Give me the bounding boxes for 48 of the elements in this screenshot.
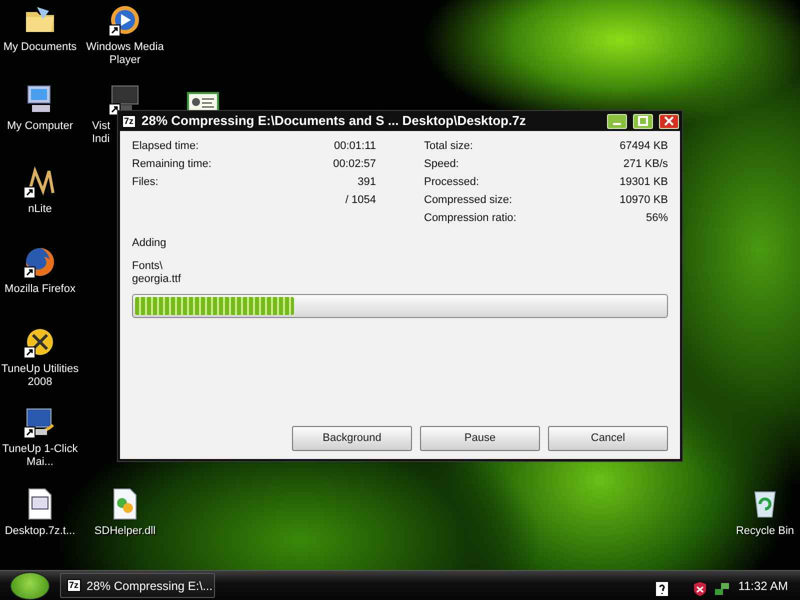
icon-label: Desktop.7z.t... — [4, 525, 76, 538]
dialog-button[interactable]: Pause — [420, 426, 540, 451]
stat-value: 67494 KB — [620, 138, 668, 154]
operation-label: Adding — [132, 236, 168, 251]
start-button[interactable] — [10, 572, 50, 600]
close-button[interactable] — [659, 114, 679, 128]
stat-label: Processed: — [424, 174, 480, 190]
media-player-icon[interactable] — [108, 3, 142, 37]
maximize-icon — [638, 116, 648, 126]
stat-label: Compression ratio: — [424, 210, 516, 226]
current-file-path: Fonts\ georgia.ttf — [132, 260, 182, 286]
stat-label: Elapsed time: — [132, 138, 199, 154]
clock: 11:32 AM — [738, 578, 788, 594]
icon-label: TuneUp 1-Click Mai... — [1, 443, 79, 469]
stat-label: Files: — [132, 174, 158, 190]
stat-label: Speed: — [424, 156, 459, 172]
stat-label: Remaining time: — [132, 156, 212, 172]
stat-value: 271 KB/s — [623, 156, 668, 172]
stat-label: Total size: — [424, 138, 473, 154]
icon-label: TuneUp Utilities 2008 — [0, 363, 80, 389]
icon-label: My Documents — [3, 41, 77, 54]
stat-value: 00:01:11 — [334, 138, 376, 154]
maximize-button[interactable] — [633, 114, 653, 128]
stat-label: Compressed size: — [424, 192, 512, 208]
minimize-icon — [613, 123, 621, 125]
firefox-icon[interactable] — [23, 245, 57, 279]
window-title: 28% Compressing E:\Documents and S ... Desktop\Desktop.7z — [142, 112, 527, 130]
icon-label: My Computer — [6, 120, 74, 133]
stat-value: 391 — [358, 174, 376, 190]
stat-value: 19301 KB — [620, 174, 668, 190]
dialog-button[interactable]: Cancel — [548, 426, 668, 451]
icon-label: Recycle Bin — [736, 525, 794, 538]
stat-value: 10970 KB — [620, 192, 668, 208]
app-icon: 7z — [122, 114, 136, 128]
icon-label: Mozilla Firefox — [4, 283, 76, 296]
dialog-button[interactable]: Background — [292, 426, 412, 451]
minimize-button[interactable] — [607, 114, 627, 128]
icon-label: Vist Indi — [92, 120, 112, 146]
icon-label: SDHelper.dll — [94, 525, 156, 538]
stat-value: 00:02:57 — [333, 156, 376, 172]
icon-label: Windows Media Player — [85, 41, 165, 67]
nlite-icon[interactable] — [23, 165, 57, 199]
stat-value: 56% — [646, 210, 668, 226]
icon-label: nLite — [28, 203, 52, 216]
stat-value: / 1054 — [345, 192, 376, 208]
app-icon: 7z — [67, 579, 81, 592]
close-icon — [664, 116, 674, 126]
taskbar-task[interactable]: 7z 28% Compressing E:\... — [60, 573, 215, 598]
